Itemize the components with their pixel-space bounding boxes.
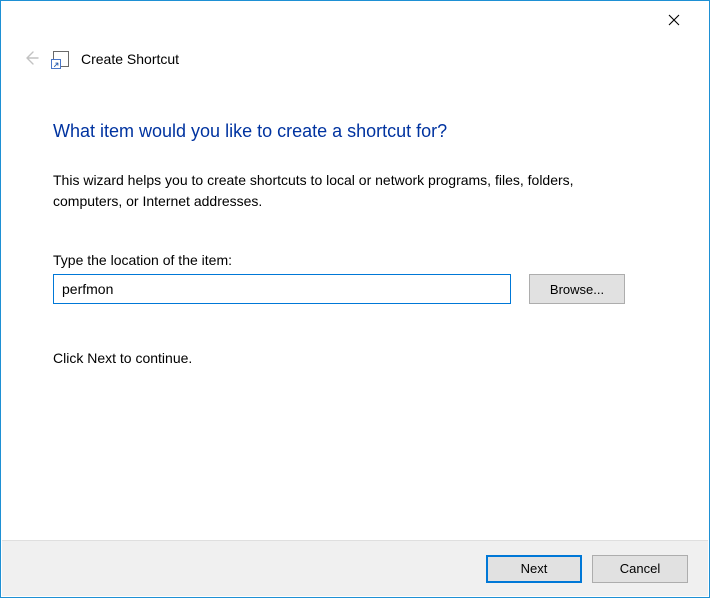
titlebar — [1, 1, 709, 41]
next-button[interactable]: Next — [486, 555, 582, 583]
back-arrow-icon — [23, 50, 39, 69]
close-button[interactable] — [661, 8, 687, 34]
wizard-title: Create Shortcut — [81, 51, 179, 67]
continue-hint: Click Next to continue. — [53, 350, 657, 366]
back-button — [21, 49, 41, 69]
close-icon — [668, 14, 680, 29]
shortcut-icon — [53, 51, 69, 67]
location-row: Browse... — [53, 274, 657, 304]
location-input[interactable] — [53, 274, 511, 304]
wizard-content: What item would you like to create a sho… — [1, 69, 709, 366]
wizard-header: Create Shortcut — [1, 41, 709, 69]
browse-button[interactable]: Browse... — [529, 274, 625, 304]
page-description: This wizard helps you to create shortcut… — [53, 170, 633, 212]
cancel-button[interactable]: Cancel — [592, 555, 688, 583]
page-heading: What item would you like to create a sho… — [53, 121, 657, 142]
location-label: Type the location of the item: — [53, 252, 657, 268]
wizard-footer: Next Cancel — [2, 540, 708, 596]
